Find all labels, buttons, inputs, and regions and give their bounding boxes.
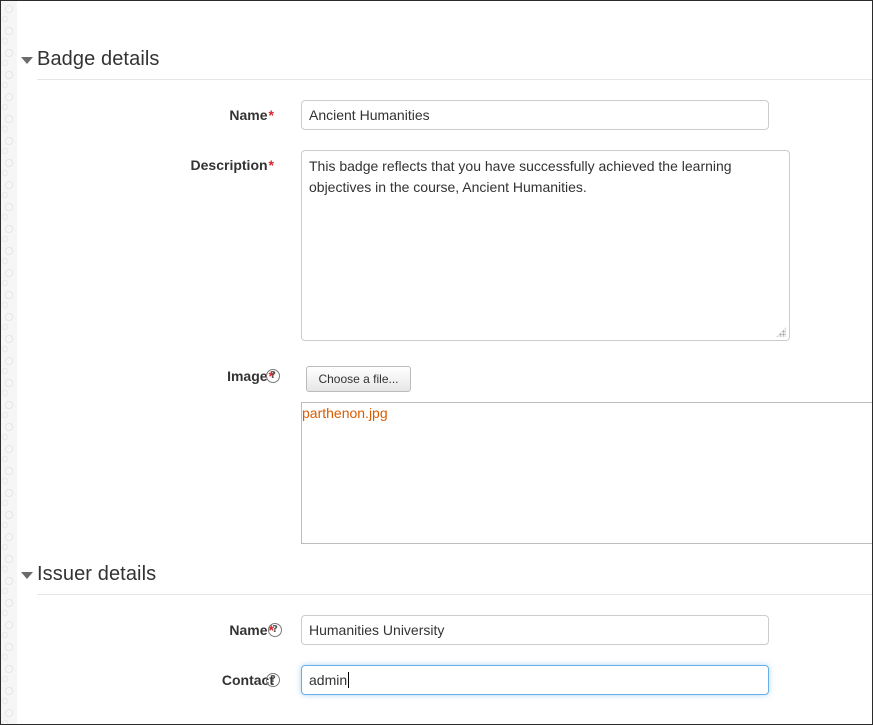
contact-input[interactable]: admin <box>301 665 769 695</box>
decorative-border-pattern <box>1 1 17 724</box>
description-value: This badge reflects that you have succes… <box>309 158 732 195</box>
collapse-triangle-icon <box>21 56 33 64</box>
file-drop-area[interactable]: parthenon.jpg <box>301 402 872 544</box>
collapse-triangle-icon <box>21 571 33 579</box>
issuer-name-label-text: Name <box>229 622 268 638</box>
resize-handle-icon[interactable] <box>776 327 786 337</box>
section-divider <box>37 79 872 80</box>
form-window: Badge details Name * Ancient Humanities D… <box>0 0 873 725</box>
help-icon[interactable]: ? <box>266 369 280 383</box>
selected-file-link[interactable]: parthenon.jpg <box>302 405 388 421</box>
section-divider <box>37 594 872 595</box>
badge-details-title: Badge details <box>37 47 160 70</box>
help-icon[interactable]: ? <box>266 673 280 687</box>
issuer-details-section-toggle[interactable]: Issuer details <box>21 559 156 589</box>
required-marker: * <box>268 107 274 123</box>
description-label: Description * <box>191 156 274 174</box>
badge-name-label-text: Name <box>229 107 268 123</box>
badge-name-value: Ancient Humanities <box>309 107 430 123</box>
required-marker: * <box>268 157 274 173</box>
choose-file-button[interactable]: Choose a file... <box>306 366 411 392</box>
badge-name-input[interactable]: Ancient Humanities <box>301 100 769 130</box>
issuer-name-input[interactable]: Humanities University <box>301 615 769 645</box>
contact-value: admin <box>309 672 348 688</box>
image-label-text: Image <box>227 368 268 384</box>
description-textarea[interactable]: This badge reflects that you have succes… <box>301 150 790 341</box>
badge-name-label: Name * <box>229 106 274 124</box>
help-icon[interactable]: ? <box>268 623 282 637</box>
issuer-details-title: Issuer details <box>37 562 157 585</box>
badge-details-section-toggle[interactable]: Badge details <box>21 44 160 74</box>
text-cursor <box>348 672 350 688</box>
issuer-name-value: Humanities University <box>309 622 445 638</box>
description-label-text: Description <box>190 157 268 173</box>
